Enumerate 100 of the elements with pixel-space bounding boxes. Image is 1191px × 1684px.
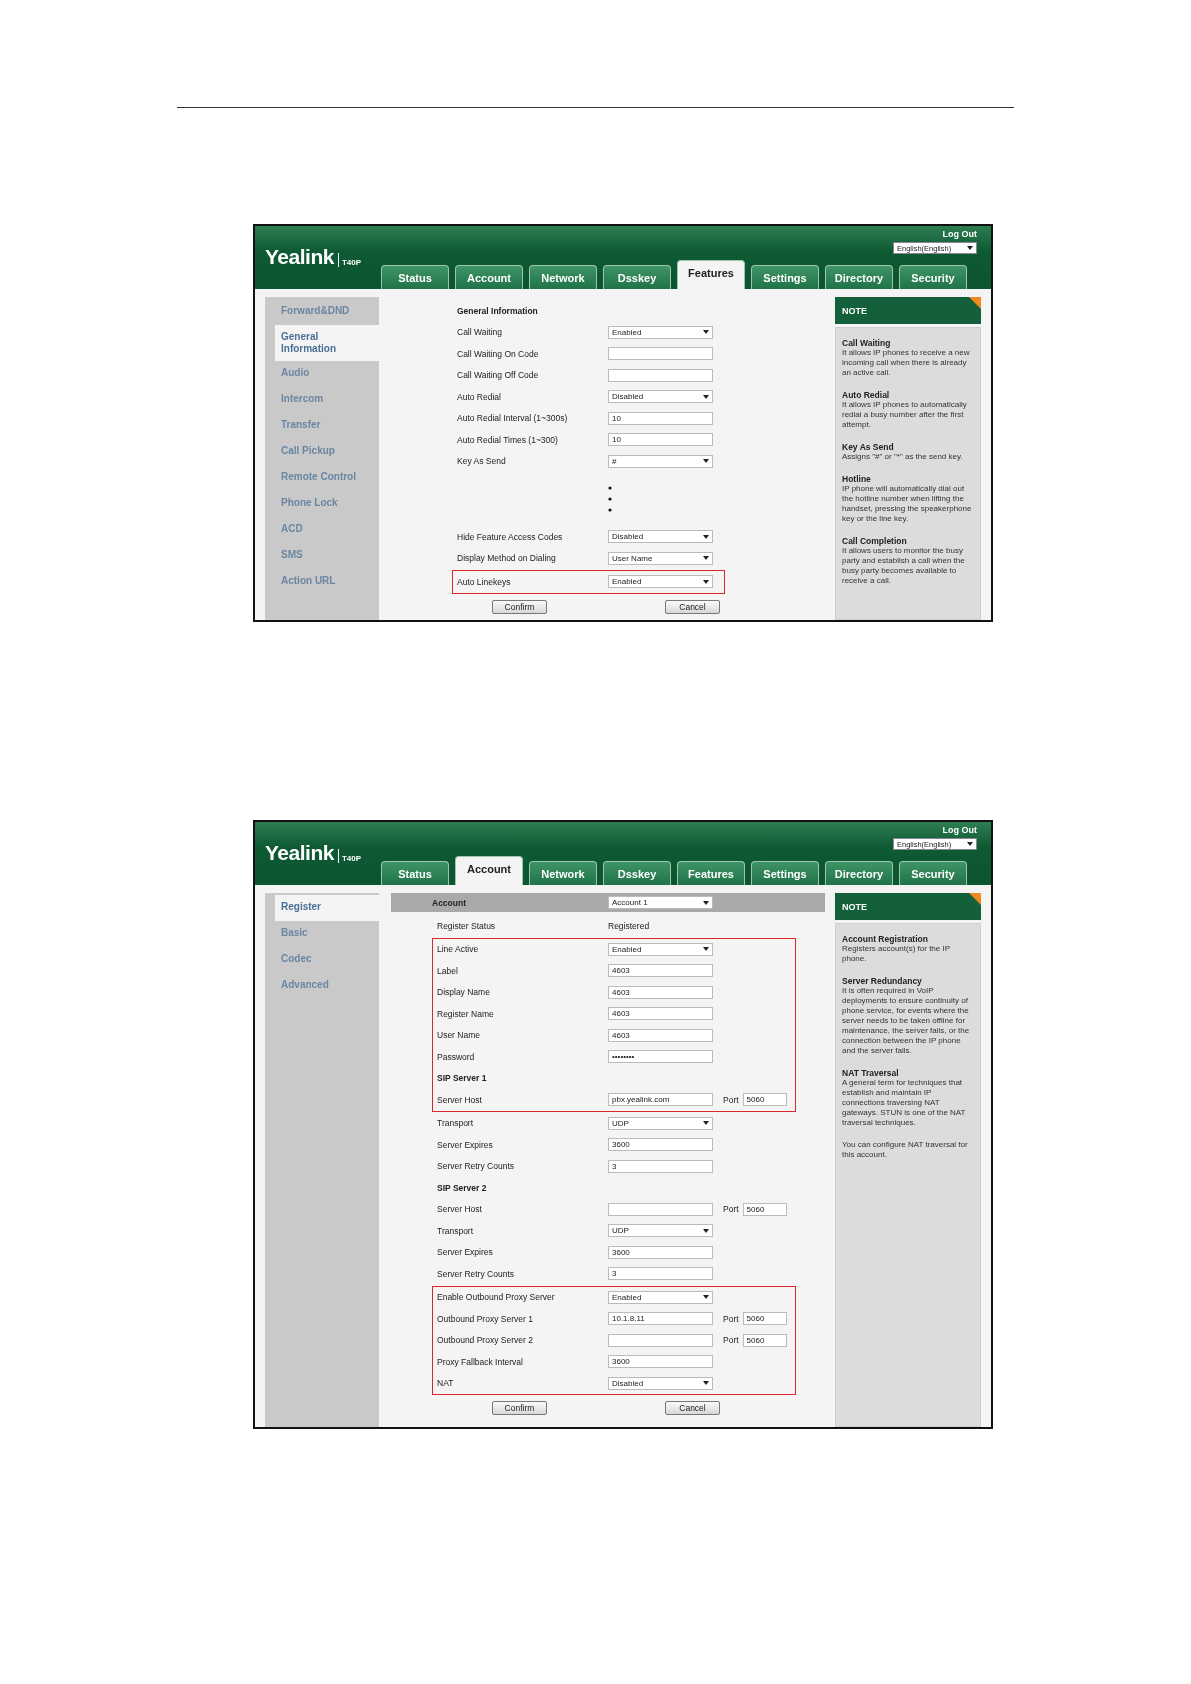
note-title: NOTE — [842, 901, 867, 912]
field-label: Label — [437, 965, 459, 976]
input-field[interactable]: 4603 — [608, 1007, 713, 1021]
field-label: Hide Feature Access Codes — [457, 531, 564, 542]
form-button[interactable]: Cancel — [665, 1401, 720, 1415]
dropdown[interactable]: Enabled — [608, 942, 713, 956]
nav-tab[interactable]: Directory — [825, 265, 893, 289]
nav-tab[interactable]: Network — [529, 861, 597, 885]
input-field[interactable]: 3600 — [608, 1245, 713, 1259]
nav-tab[interactable]: Features — [677, 861, 745, 885]
field-label: Call Waiting — [457, 327, 504, 338]
field-label: Server Host — [437, 1204, 483, 1215]
input-field[interactable]: 10 — [608, 433, 713, 447]
nav-tab[interactable]: Status — [381, 265, 449, 289]
dropdown[interactable]: Disabled — [608, 1376, 713, 1390]
dropdown[interactable]: Account 1 — [608, 896, 713, 909]
nav-tab[interactable]: Status — [381, 861, 449, 885]
input-field[interactable] — [608, 1202, 713, 1216]
field-label: Transport — [437, 1118, 475, 1129]
dropdown[interactable]: User Name — [608, 551, 713, 565]
nav-tab[interactable]: Network — [529, 265, 597, 289]
port-field[interactable]: 5060 — [742, 1202, 787, 1216]
note-text: It allows IP phones to receive a new incoming call when there is already an active call. — [842, 348, 971, 378]
input-field[interactable]: 4603 — [608, 964, 713, 978]
field-label: Display Name — [437, 987, 491, 998]
nav-tab[interactable]: Dsskey — [603, 265, 671, 289]
input-field[interactable] — [608, 1333, 713, 1347]
port-label: Port — [723, 1335, 739, 1346]
log-out-link[interactable]: Log Out — [942, 229, 977, 240]
field-label: Auto Redial — [457, 391, 502, 402]
dropdown[interactable]: Disabled — [608, 390, 713, 404]
note-text: It is often required in VoIP deployments to ensure continuity of phone service, for events where the server needs to be taken offline for maintenance, the server fails, or the connection between the IP phone and the server fails. — [842, 986, 971, 1056]
input-field[interactable] — [608, 368, 713, 382]
note-text: It allows users to monitor the busy party and establish a call when the busy party becomes available to receive a call. — [842, 546, 966, 586]
sidebar-item[interactable]: Register — [275, 895, 379, 921]
field-label: Server Expires — [437, 1247, 494, 1258]
caret-icon — [703, 534, 709, 539]
input-field[interactable]: 3 — [608, 1159, 713, 1173]
corner-fold-icon — [969, 297, 981, 309]
section-heading: General Information — [457, 305, 539, 316]
field-label: Call Waiting Off Code — [457, 370, 540, 381]
caret-icon — [967, 246, 973, 250]
dropdown[interactable]: UDP — [608, 1224, 713, 1238]
log-out-link[interactable]: Log Out — [942, 825, 977, 836]
port-field[interactable]: 5060 — [742, 1093, 787, 1107]
field-label: Server Retry Counts — [437, 1268, 515, 1279]
nav-tab[interactable]: Directory — [825, 861, 893, 885]
note-text: Registers account(s) for the IP phone. — [842, 944, 951, 964]
note-heading: Call Waiting — [842, 338, 892, 348]
note-heading: Account Registration — [842, 934, 929, 944]
password-field[interactable]: •••••••• — [608, 1050, 713, 1064]
dropdown[interactable]: UDP — [608, 1116, 713, 1130]
nav-tab[interactable]: Security — [899, 861, 967, 885]
caret-icon — [703, 947, 709, 952]
dropdown[interactable]: Enabled — [608, 325, 713, 339]
nav-tab[interactable]: Account — [455, 265, 523, 289]
form-button[interactable]: Confirm — [492, 599, 547, 614]
input-field[interactable]: 4603 — [608, 1028, 713, 1042]
form-button[interactable]: Confirm — [492, 1401, 547, 1415]
field-label: Password — [437, 1051, 476, 1062]
note-text: You can configure NAT traversal for this account. — [842, 1140, 969, 1160]
input-field[interactable]: pbx.yealink.com — [608, 1093, 713, 1107]
field-label: Server Retry Counts — [437, 1161, 515, 1172]
field-label: Outbound Proxy Server 2 — [437, 1335, 534, 1346]
port-field[interactable]: 5060 — [742, 1333, 787, 1347]
field-label: Server Expires — [437, 1139, 494, 1150]
input-field[interactable]: 4603 — [608, 985, 713, 999]
caret-icon — [703, 330, 709, 335]
input-field[interactable]: 10.1.8.11 — [608, 1312, 713, 1326]
caret-icon — [967, 842, 973, 846]
nav-tab[interactable]: Settings — [751, 861, 819, 885]
input-field[interactable] — [608, 347, 713, 361]
note-heading: Hotline — [842, 474, 872, 484]
sidebar-item[interactable]: General Information — [275, 325, 379, 361]
field-label: Register Status — [437, 920, 497, 931]
dropdown[interactable]: Enabled — [608, 575, 713, 589]
nav-tab[interactable]: Features — [677, 260, 745, 289]
nav-tab[interactable]: Settings — [751, 265, 819, 289]
corner-fold-icon — [969, 893, 981, 905]
field-label: Key As Send — [457, 456, 507, 467]
nav-tab[interactable]: Dsskey — [603, 861, 671, 885]
input-field[interactable]: 3600 — [608, 1138, 713, 1152]
dropdown[interactable]: # — [608, 454, 713, 468]
note-title: NOTE — [842, 305, 867, 316]
input-field[interactable]: 3600 — [608, 1355, 713, 1369]
dropdown[interactable]: Disabled — [608, 530, 713, 544]
input-field[interactable]: 3 — [608, 1267, 713, 1281]
nav-tab[interactable]: Security — [899, 265, 967, 289]
port-label: Port — [723, 1204, 739, 1215]
dropdown[interactable]: Enabled — [608, 1290, 713, 1304]
port-field[interactable]: 5060 — [742, 1312, 787, 1326]
form-button[interactable]: Cancel — [665, 599, 720, 614]
field-label: Auto Redial Times (1~300) — [457, 434, 559, 445]
note-text: IP phone will automatically dial out the hotline number when lifting the handset, pressing the speakerphone key or the line key. — [842, 484, 973, 524]
nav-tab[interactable]: Account — [455, 856, 523, 885]
field-label: Call Waiting On Code — [457, 348, 540, 359]
model-label: T40P — [337, 849, 361, 863]
input-field[interactable]: 10 — [608, 411, 713, 425]
field-label: Enable Outbound Proxy Server — [437, 1292, 556, 1303]
vertical-ellipsis-icon — [608, 486, 612, 512]
